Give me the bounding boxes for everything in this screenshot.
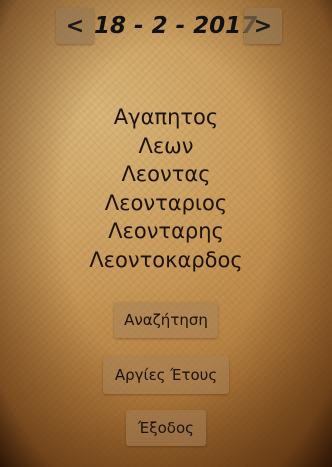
- name-day-list: Αγαπητος Λεων Λεοντας Λεονταριος Λεονταρ…: [0, 103, 332, 274]
- name-item: Λεοντας: [121, 162, 211, 186]
- name-item: Λεων: [138, 133, 194, 158]
- chevron-left-icon: <: [65, 13, 85, 39]
- name-item: Αγαπητος: [113, 105, 219, 129]
- name-item: Λεονταριος: [104, 190, 228, 215]
- name-item: Λεοντοκαρδος: [89, 247, 243, 272]
- search-button-label: Αναζήτηση: [124, 311, 208, 329]
- year-holidays-button-label: Αργίες Έτους: [114, 366, 218, 384]
- year-holidays-button[interactable]: Αργίες Έτους: [103, 356, 229, 394]
- next-day-button[interactable]: >: [244, 8, 282, 44]
- date-navigator: < 18 - 2 - 2017 >: [0, 6, 332, 44]
- current-date: 18 - 2 - 2017: [94, 13, 258, 39]
- previous-day-button[interactable]: <: [56, 8, 94, 44]
- search-button[interactable]: Αναζήτηση: [114, 302, 218, 338]
- exit-button[interactable]: Έξοδος: [126, 410, 206, 446]
- exit-button-label: Έξοδος: [138, 419, 194, 437]
- name-item: Λεονταρης: [108, 219, 224, 243]
- chevron-right-icon: >: [253, 13, 273, 39]
